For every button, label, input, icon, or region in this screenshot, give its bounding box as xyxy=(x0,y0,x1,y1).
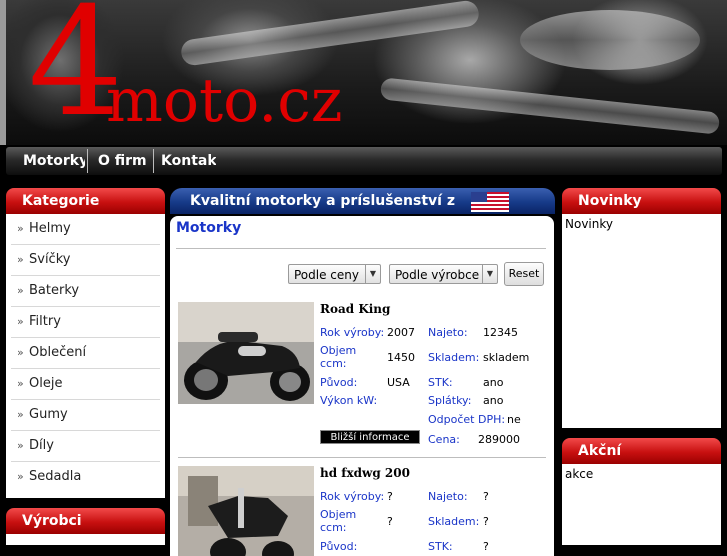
novinky-text: Novinky xyxy=(565,217,613,231)
label-vykon: Výkon kW: xyxy=(320,394,378,407)
nav-motorky[interactable]: Motorky xyxy=(23,147,85,175)
double-chevron-icon: » xyxy=(17,377,24,390)
category-list: » Helmy » Svíčky » Baterky » Filtry » Oblečen… xyxy=(6,214,165,492)
label-najeto: Najeto: xyxy=(428,326,468,339)
label-stk: STK: xyxy=(428,376,453,389)
page-title: Motorky xyxy=(176,220,242,236)
label-objem: Objem ccm: xyxy=(320,508,357,534)
double-chevron-icon: » xyxy=(17,222,24,235)
product-card: hd fxdwg 200 Rok výroby: ? Najeto: ? Obj… xyxy=(178,466,548,556)
label-stk: STK: xyxy=(428,540,453,553)
double-chevron-icon: » xyxy=(17,253,24,266)
reset-button[interactable]: Reset xyxy=(504,262,544,286)
value-najeto: ? xyxy=(483,490,489,503)
banner-chrome-pipe xyxy=(379,77,721,135)
main-content: Motorky Podle ceny ▼ Podle výrobce ▼ Res… xyxy=(170,216,554,556)
sort-price-select[interactable]: Podle ceny ▼ xyxy=(288,264,381,284)
value-stk: ? xyxy=(483,540,489,553)
nav-separator xyxy=(87,149,88,173)
double-chevron-icon: » xyxy=(17,284,24,297)
akcni-panel: akce xyxy=(562,464,721,545)
category-filtry[interactable]: » Filtry xyxy=(11,307,160,338)
category-oleje[interactable]: » Oleje xyxy=(11,369,160,400)
nav-kontakt[interactable]: Kontak xyxy=(161,147,216,175)
label-rok: Rok výroby: xyxy=(320,326,385,339)
header-banner: 4 moto.cz xyxy=(0,0,727,145)
categories-title: Kategorie xyxy=(6,188,165,214)
label-puvod: Původ: xyxy=(320,376,358,389)
dropdown-arrow-icon: ▼ xyxy=(365,265,380,283)
value-skladem: ? xyxy=(483,515,489,528)
double-chevron-icon: » xyxy=(17,346,24,359)
nav-separator xyxy=(153,149,154,173)
divider xyxy=(176,248,546,249)
vyrobci-title: Výrobci xyxy=(6,508,165,534)
banner-frame xyxy=(0,0,6,145)
value-rok: ? xyxy=(387,490,393,503)
value-najeto: 12345 xyxy=(483,326,518,339)
label-puvod: Původ: xyxy=(320,540,358,553)
product-name[interactable]: hd fxdwg 200 xyxy=(320,466,410,480)
banner-chrome-cover xyxy=(520,10,700,70)
category-dily[interactable]: » Díly xyxy=(11,431,160,462)
label-rok: Rok výroby: xyxy=(320,490,385,503)
more-info-button[interactable]: Bližší informace xyxy=(320,430,420,444)
value-objem: ? xyxy=(387,515,393,528)
label-najeto: Najeto: xyxy=(428,490,468,503)
label-splatky: Splátky: xyxy=(428,394,472,407)
label-skladem: Skladem: xyxy=(428,515,480,528)
value-puvod: USA xyxy=(387,376,410,389)
category-sedadla[interactable]: » Sedadla xyxy=(11,462,160,492)
double-chevron-icon: » xyxy=(17,408,24,421)
vyrobci-panel xyxy=(6,534,165,545)
value-skladem: skladem xyxy=(483,351,530,364)
category-helmy[interactable]: » Helmy xyxy=(11,214,160,245)
nav-o-firme[interactable]: O firm xyxy=(98,147,150,175)
dropdown-arrow-icon: ▼ xyxy=(482,265,497,283)
product-divider xyxy=(178,457,546,458)
category-obleceni[interactable]: » Oblečení xyxy=(11,338,160,369)
value-splatky: ano xyxy=(483,394,504,407)
novinky-panel: Novinky xyxy=(562,214,721,428)
sort-maker-select[interactable]: Podle výrobce ▼ xyxy=(389,264,498,284)
double-chevron-icon: » xyxy=(17,315,24,328)
akcni-text: akce xyxy=(565,467,594,481)
category-svicky[interactable]: » Svíčky xyxy=(11,245,160,276)
value-odpocet: ne xyxy=(507,413,521,426)
main-nav: Motorky O firm Kontak xyxy=(6,147,722,175)
product-name[interactable]: Road King xyxy=(320,302,390,316)
product-photo[interactable] xyxy=(178,466,314,556)
product-card: Road King Rok výroby: 2007 Najeto: 12345… xyxy=(178,302,548,452)
banner-chrome-pipe xyxy=(179,0,481,67)
akcni-title: Akční xyxy=(562,438,721,464)
us-flag-icon xyxy=(471,192,509,212)
label-objem: Objem ccm: xyxy=(320,344,357,370)
logo-text: moto.cz xyxy=(106,66,343,136)
label-skladem: Skladem: xyxy=(428,351,480,364)
value-stk: ano xyxy=(483,376,504,389)
value-cena: 289000 xyxy=(478,433,520,446)
double-chevron-icon: » xyxy=(17,439,24,452)
product-photo[interactable] xyxy=(178,302,314,404)
novinky-title: Novinky xyxy=(562,188,721,214)
category-baterky[interactable]: » Baterky xyxy=(11,276,160,307)
value-objem: 1450 xyxy=(387,351,415,364)
label-odpocet: Odpočet DPH: xyxy=(428,413,506,426)
label-cena: Cena: xyxy=(428,433,460,446)
double-chevron-icon: » xyxy=(17,470,24,483)
categories-panel: » Helmy » Svíčky » Baterky » Filtry » Oblečen… xyxy=(6,214,165,498)
category-gumy[interactable]: » Gumy xyxy=(11,400,160,431)
value-rok: 2007 xyxy=(387,326,415,339)
